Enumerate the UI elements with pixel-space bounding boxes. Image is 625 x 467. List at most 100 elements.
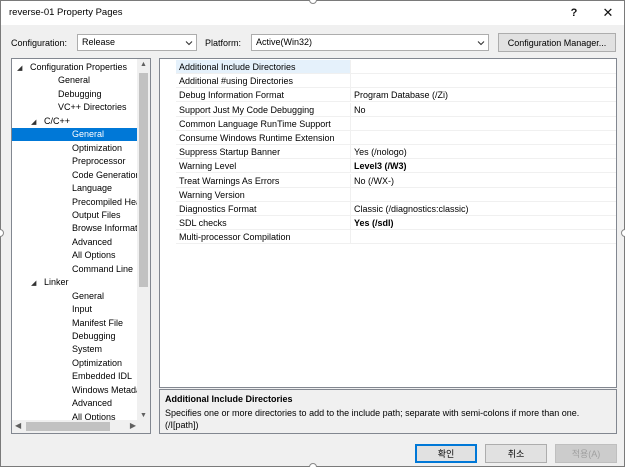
- tree-item[interactable]: General: [12, 128, 137, 142]
- property-name: Consume Windows Runtime Extension: [179, 133, 335, 143]
- property-name: Warning Level: [179, 161, 237, 172]
- tree-item[interactable]: Linker: [44, 276, 69, 289]
- tree-item[interactable]: Advanced: [72, 236, 112, 249]
- property-row[interactable]: Common Language RunTime Support: [176, 116, 616, 131]
- configuration-value: Release: [82, 37, 116, 47]
- property-row[interactable]: Warning Level Level3 (/W3): [176, 159, 616, 174]
- tree-item[interactable]: System: [72, 343, 102, 356]
- help-button[interactable]: ?: [557, 1, 591, 25]
- configuration-manager-button[interactable]: Configuration Manager...: [498, 33, 616, 52]
- column-divider[interactable]: [350, 202, 351, 216]
- tree-item[interactable]: Manifest File: [72, 317, 123, 330]
- tree-item[interactable]: Output Files: [72, 209, 121, 222]
- column-divider[interactable]: [350, 102, 351, 117]
- tree-vertical-scrollbar[interactable]: ▲ ▼: [137, 59, 150, 421]
- column-divider[interactable]: [350, 131, 351, 145]
- property-row[interactable]: Warning Version: [176, 187, 616, 202]
- column-divider[interactable]: [350, 88, 351, 103]
- tree-item[interactable]: VC++ Directories: [58, 101, 127, 114]
- scroll-thumb[interactable]: [139, 73, 148, 287]
- property-row[interactable]: Suppress Startup Banner Yes (/nologo): [176, 145, 616, 160]
- property-name: Common Language RunTime Support: [179, 118, 331, 129]
- property-row[interactable]: Multi-processor Compilation: [176, 230, 616, 245]
- property-grid: Additional Include Directories Additional…: [159, 58, 617, 388]
- column-divider[interactable]: [350, 159, 351, 174]
- configuration-select[interactable]: Release: [77, 34, 197, 51]
- chevron-down-icon: [185, 41, 193, 46]
- description-pane: Additional Include Directories Specifies…: [159, 389, 617, 434]
- resize-handle-bottom[interactable]: [309, 463, 317, 467]
- column-divider[interactable]: [350, 216, 351, 231]
- property-name: Diagnostics Format: [179, 204, 257, 214]
- tree-item[interactable]: Embedded IDL: [72, 370, 132, 383]
- tree-item[interactable]: Code Generation: [72, 169, 141, 182]
- tree-item[interactable]: Advanced: [72, 397, 112, 410]
- resize-handle-right[interactable]: [621, 229, 625, 237]
- property-row[interactable]: Support Just My Code Debugging No: [176, 102, 616, 117]
- property-value[interactable]: Classic (/diagnostics:classic): [354, 204, 469, 214]
- tree-item[interactable]: General: [72, 290, 104, 303]
- property-value[interactable]: Level3 (/W3): [354, 161, 407, 171]
- property-row[interactable]: Debug Information Format Program Database…: [176, 88, 616, 103]
- platform-value: Active(Win32): [256, 37, 313, 47]
- scrollbar-corner: [137, 420, 150, 433]
- tree-item[interactable]: Language: [72, 182, 112, 195]
- property-tree: ◢ Configuration Properties General Debuggin…: [11, 58, 151, 434]
- scroll-left-icon[interactable]: ◀: [15, 421, 21, 430]
- tree-item[interactable]: Debugging: [58, 88, 102, 101]
- property-value[interactable]: Yes (/nologo): [354, 147, 407, 157]
- property-row[interactable]: SDL checks Yes (/sdl): [176, 216, 616, 231]
- apply-button[interactable]: 적용(A): [555, 444, 617, 463]
- tree-item[interactable]: C/C++: [44, 115, 70, 128]
- property-name: Suppress Startup Banner: [179, 147, 281, 158]
- scroll-up-icon[interactable]: ▲: [140, 61, 147, 68]
- column-divider[interactable]: [350, 74, 351, 89]
- property-name: SDL checks: [179, 218, 227, 229]
- property-value[interactable]: Program Database (/Zi): [354, 90, 448, 100]
- tree-horizontal-scrollbar[interactable]: ◀ ▶: [12, 420, 139, 433]
- tree-item[interactable]: Debugging: [72, 330, 116, 343]
- property-value[interactable]: Yes (/sdl): [354, 218, 394, 228]
- column-divider[interactable]: [350, 230, 351, 245]
- tree-item[interactable]: Input: [72, 303, 92, 316]
- property-value[interactable]: No: [354, 105, 366, 115]
- expand-toggle-icon[interactable]: ◢: [17, 64, 22, 72]
- column-divider[interactable]: [350, 60, 351, 74]
- grid-gutter: [160, 59, 176, 387]
- chevron-down-icon: [477, 41, 485, 46]
- platform-label: Platform:: [205, 38, 242, 48]
- tree-item[interactable]: Preprocessor: [72, 155, 126, 168]
- scroll-right-icon[interactable]: ▶: [130, 421, 136, 430]
- tree-item[interactable]: All Options: [72, 249, 116, 262]
- scroll-thumb[interactable]: [26, 422, 110, 431]
- property-row[interactable]: Consume Windows Runtime Extension: [176, 131, 616, 145]
- tree-item[interactable]: Optimization: [72, 357, 122, 370]
- platform-select[interactable]: Active(Win32): [251, 34, 489, 51]
- expand-toggle-icon[interactable]: ◢: [31, 279, 36, 287]
- close-button[interactable]: ✕: [591, 1, 625, 25]
- column-divider[interactable]: [350, 116, 351, 131]
- property-row[interactable]: Additional #using Directories: [176, 74, 616, 89]
- tree-item[interactable]: Command Line: [72, 263, 133, 276]
- description-title: Additional Include Directories: [165, 394, 293, 404]
- property-name: Additional Include Directories: [179, 62, 296, 72]
- property-value[interactable]: No (/WX-): [354, 176, 394, 186]
- cancel-button[interactable]: 취소: [485, 444, 547, 463]
- tree-item[interactable]: Configuration Properties: [30, 61, 127, 74]
- tree-item[interactable]: General: [58, 74, 90, 87]
- column-divider[interactable]: [350, 173, 351, 188]
- column-divider[interactable]: [350, 187, 351, 202]
- window-title: reverse-01 Property Pages: [9, 7, 123, 18]
- property-pages-dialog: reverse-01 Property Pages ? ✕ Configurat…: [0, 0, 625, 467]
- property-name: Debug Information Format: [179, 90, 285, 101]
- property-row[interactable]: Treat Warnings As Errors No (/WX-): [176, 173, 616, 188]
- expand-toggle-icon[interactable]: ◢: [31, 118, 36, 126]
- property-row[interactable]: Additional Include Directories: [176, 60, 616, 74]
- column-divider[interactable]: [350, 145, 351, 160]
- scroll-down-icon[interactable]: ▼: [140, 412, 147, 419]
- ok-button[interactable]: 확인: [415, 444, 477, 463]
- property-name: Support Just My Code Debugging: [179, 104, 315, 115]
- tree-item[interactable]: Optimization: [72, 142, 122, 155]
- configuration-label: Configuration:: [11, 38, 68, 48]
- property-row[interactable]: Diagnostics Format Classic (/diagnostics:…: [176, 202, 616, 216]
